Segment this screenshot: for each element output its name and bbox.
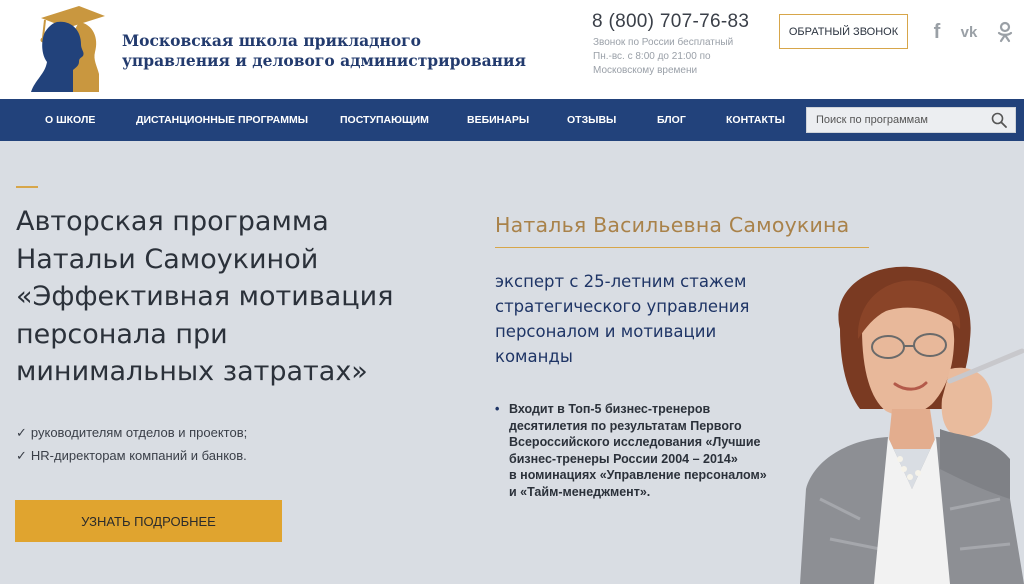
audience-list: ✓ руководителям отделов и проектов; ✓ HR-д… — [16, 421, 247, 467]
achievement-line: в номинациях «Управление персоналом» — [509, 468, 767, 482]
phone-note: Звонок по России бесплатный Пн.-вс. с 8:… — [593, 36, 753, 78]
audience-text: HR-директорам компаний и банков. — [30, 448, 247, 463]
expert-portrait — [800, 266, 1024, 584]
achievement-line: десятилетия по результатам Первого — [509, 418, 742, 433]
search-icon[interactable] — [991, 112, 1007, 128]
nav-item-distance-programs[interactable]: ДИСТАНЦИОННЫЕ ПРОГРАММЫ — [136, 99, 308, 141]
program-title-line: Натальи Самоукиной — [16, 243, 319, 275]
expert-desc-line: эксперт с 25-летним стажем — [495, 272, 747, 291]
main-nav: О ШКОЛЕ ДИСТАНЦИОННЫЕ ПРОГРАММЫ ПОСТУПАЮ… — [0, 99, 1024, 141]
nav-item-webinars[interactable]: ВЕБИНАРЫ — [467, 99, 529, 141]
audience-text: руководителям отделов и проектов; — [30, 425, 248, 440]
school-name-line1: Московская школа прикладного — [122, 31, 422, 50]
school-name-line2: управления и делового администрирования — [122, 51, 526, 70]
nav-item-applicants[interactable]: ПОСТУПАЮЩИМ — [340, 99, 429, 141]
search-box — [806, 107, 1016, 133]
phone-note-line3: Московскому времени — [593, 65, 698, 76]
check-icon: ✓ — [16, 425, 27, 440]
list-item: ✓ HR-директорам компаний и банков. — [16, 444, 247, 467]
search-input[interactable] — [807, 108, 985, 132]
program-title-line: персонала при — [16, 318, 228, 350]
school-name[interactable]: Московская школа прикладного управления … — [122, 31, 542, 71]
program-title-line: Авторская программа — [16, 206, 329, 237]
odnoklassniki-icon[interactable] — [993, 20, 1017, 44]
nav-item-about[interactable]: О ШКОЛЕ — [45, 99, 95, 141]
phone-note-line1: Звонок по России бесплатный — [593, 37, 734, 48]
site-header: Московская школа прикладного управления … — [0, 0, 1024, 99]
list-item: ✓ руководителям отделов и проектов; — [16, 421, 247, 444]
nav-item-blog[interactable]: БЛОГ — [657, 99, 686, 141]
accent-divider — [16, 186, 38, 188]
learn-more-button[interactable]: УЗНАТЬ ПОДРОБНЕЕ — [15, 500, 282, 542]
phone-number[interactable]: 8 (800) 707-76-83 — [592, 11, 749, 33]
expert-desc-line: персоналом и мотивации — [495, 322, 717, 341]
program-title-line: «Эффективная мотивация — [16, 281, 394, 312]
expert-description: эксперт с 25-летним стажем стратегическо… — [495, 269, 795, 369]
expert-desc-line: стратегического управления — [495, 297, 750, 316]
expert-achievement: • Входит в Топ-5 бизнес-тренеров десятил… — [495, 401, 815, 500]
school-logo[interactable] — [27, 4, 107, 92]
vk-icon[interactable]: vk — [957, 20, 981, 44]
achievement-line: Входит в Топ-5 бизнес-тренеров — [509, 402, 711, 416]
nav-item-contacts[interactable]: КОНТАКТЫ — [726, 99, 785, 141]
facebook-icon[interactable]: f — [925, 20, 949, 44]
achievement-line: и «Тайм-менеджмент». — [509, 484, 651, 499]
expert-name-underline — [495, 247, 869, 248]
hero-section: Авторская программа Натальи Самоукиной «… — [0, 141, 1024, 584]
expert-name: Наталья Васильевна Самоукина — [495, 213, 850, 237]
nav-item-reviews[interactable]: ОТЗЫВЫ — [567, 99, 616, 141]
achievement-line: Всероссийского исследования «Лучшие — [509, 435, 761, 449]
achievement-line: бизнес-тренеры России 2004 – 2014» — [509, 451, 738, 466]
bullet-dot-icon: • — [495, 402, 500, 416]
callback-button[interactable]: ОБРАТНЫЙ ЗВОНОК — [779, 14, 908, 49]
program-title: Авторская программа Натальи Самоукиной «… — [16, 203, 436, 391]
program-title-line: минимальных затратах» — [16, 356, 368, 387]
expert-desc-line: команды — [495, 347, 573, 366]
check-icon: ✓ — [16, 448, 27, 463]
phone-note-line2: Пн.-вс. с 8:00 до 21:00 по — [593, 51, 711, 62]
